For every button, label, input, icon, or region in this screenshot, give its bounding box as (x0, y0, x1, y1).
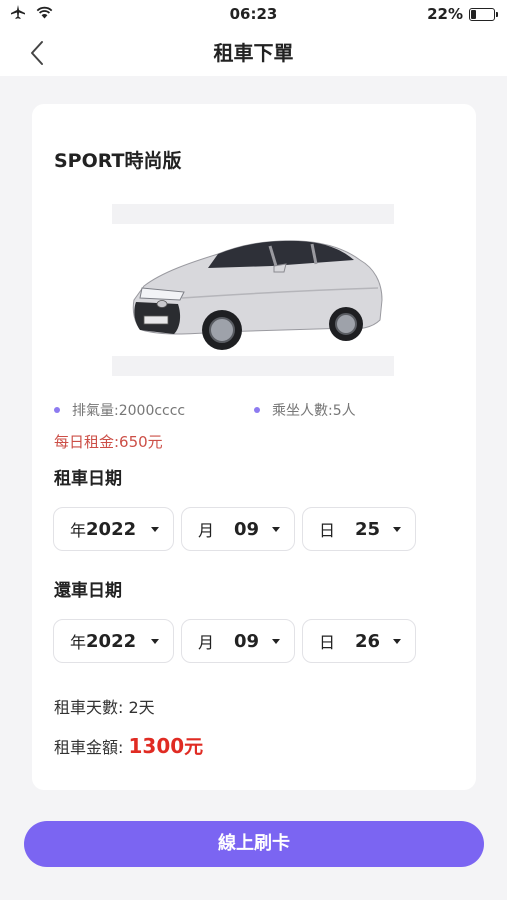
month-unit: 月 (198, 633, 215, 652)
pay-online-button[interactable]: 線上刷卡 (24, 821, 484, 867)
bullet-icon (54, 407, 60, 413)
year-unit: 年 (70, 521, 87, 540)
return-date-label: 還車日期 (54, 581, 122, 601)
nav-bar: 租車下單 (0, 28, 507, 76)
rental-year-select[interactable]: 年 2022 (53, 507, 174, 551)
car-image-shade-bottom (112, 356, 394, 376)
year-unit: 年 (70, 633, 87, 652)
status-right: 22% (427, 5, 498, 23)
day-value: 26 (355, 630, 381, 652)
daily-rent: 每日租金:650元 (54, 433, 163, 451)
rental-days-value: 2天 (128, 698, 155, 717)
rental-date-label: 租車日期 (54, 469, 122, 489)
page-title: 租車下單 (213, 41, 294, 65)
return-day-select[interactable]: 日 26 (302, 619, 416, 663)
rental-day-select[interactable]: 日 25 (302, 507, 416, 551)
caret-down-icon (393, 639, 401, 644)
spec-seats: 乘坐人數:5人 (254, 400, 356, 420)
car-picture (132, 240, 383, 350)
battery-percent: 22% (427, 5, 463, 23)
caret-down-icon (151, 527, 159, 532)
battery-icon (469, 7, 498, 21)
year-value: 2022 (86, 630, 137, 652)
month-unit: 月 (198, 521, 215, 540)
displacement-text: 排氣量:2000cccc (72, 403, 186, 419)
rental-month-select[interactable]: 月 09 (181, 507, 295, 551)
month-value: 09 (234, 518, 260, 540)
status-bar: 06:23 22% (0, 0, 507, 28)
return-year-select[interactable]: 年 2022 (53, 619, 174, 663)
caret-down-icon (393, 527, 401, 532)
day-unit: 日 (319, 633, 336, 652)
caret-down-icon (151, 639, 159, 644)
battery-fill (471, 9, 477, 19)
car-model-name: SPORT時尚版 (54, 150, 182, 172)
rental-amount: 租車金額: 1300元 (54, 732, 203, 759)
caret-down-icon (272, 639, 280, 644)
return-month-select[interactable]: 月 09 (181, 619, 295, 663)
rental-amount-value: 1300 (128, 734, 185, 758)
order-card: SPORT時尚版 排氣量:2000cccc 乘坐人數:5人 每日租金:650元 … (32, 104, 476, 790)
day-unit: 日 (319, 521, 336, 540)
spec-displacement: 排氣量:2000cccc (54, 400, 185, 420)
rental-amount-unit: 元 (184, 736, 204, 758)
seats-text: 乘坐人數:5人 (272, 403, 356, 419)
car-image-shade-top (112, 204, 394, 224)
caret-down-icon (272, 527, 280, 532)
month-value: 09 (234, 630, 260, 652)
rental-days: 租車天數: 2天 (54, 694, 155, 718)
rental-amount-label: 租車金額: (54, 738, 124, 757)
rental-days-label: 租車天數: (54, 698, 124, 717)
year-value: 2022 (86, 518, 137, 540)
day-value: 25 (355, 518, 381, 540)
car-image (112, 204, 394, 376)
bullet-icon (254, 407, 260, 413)
